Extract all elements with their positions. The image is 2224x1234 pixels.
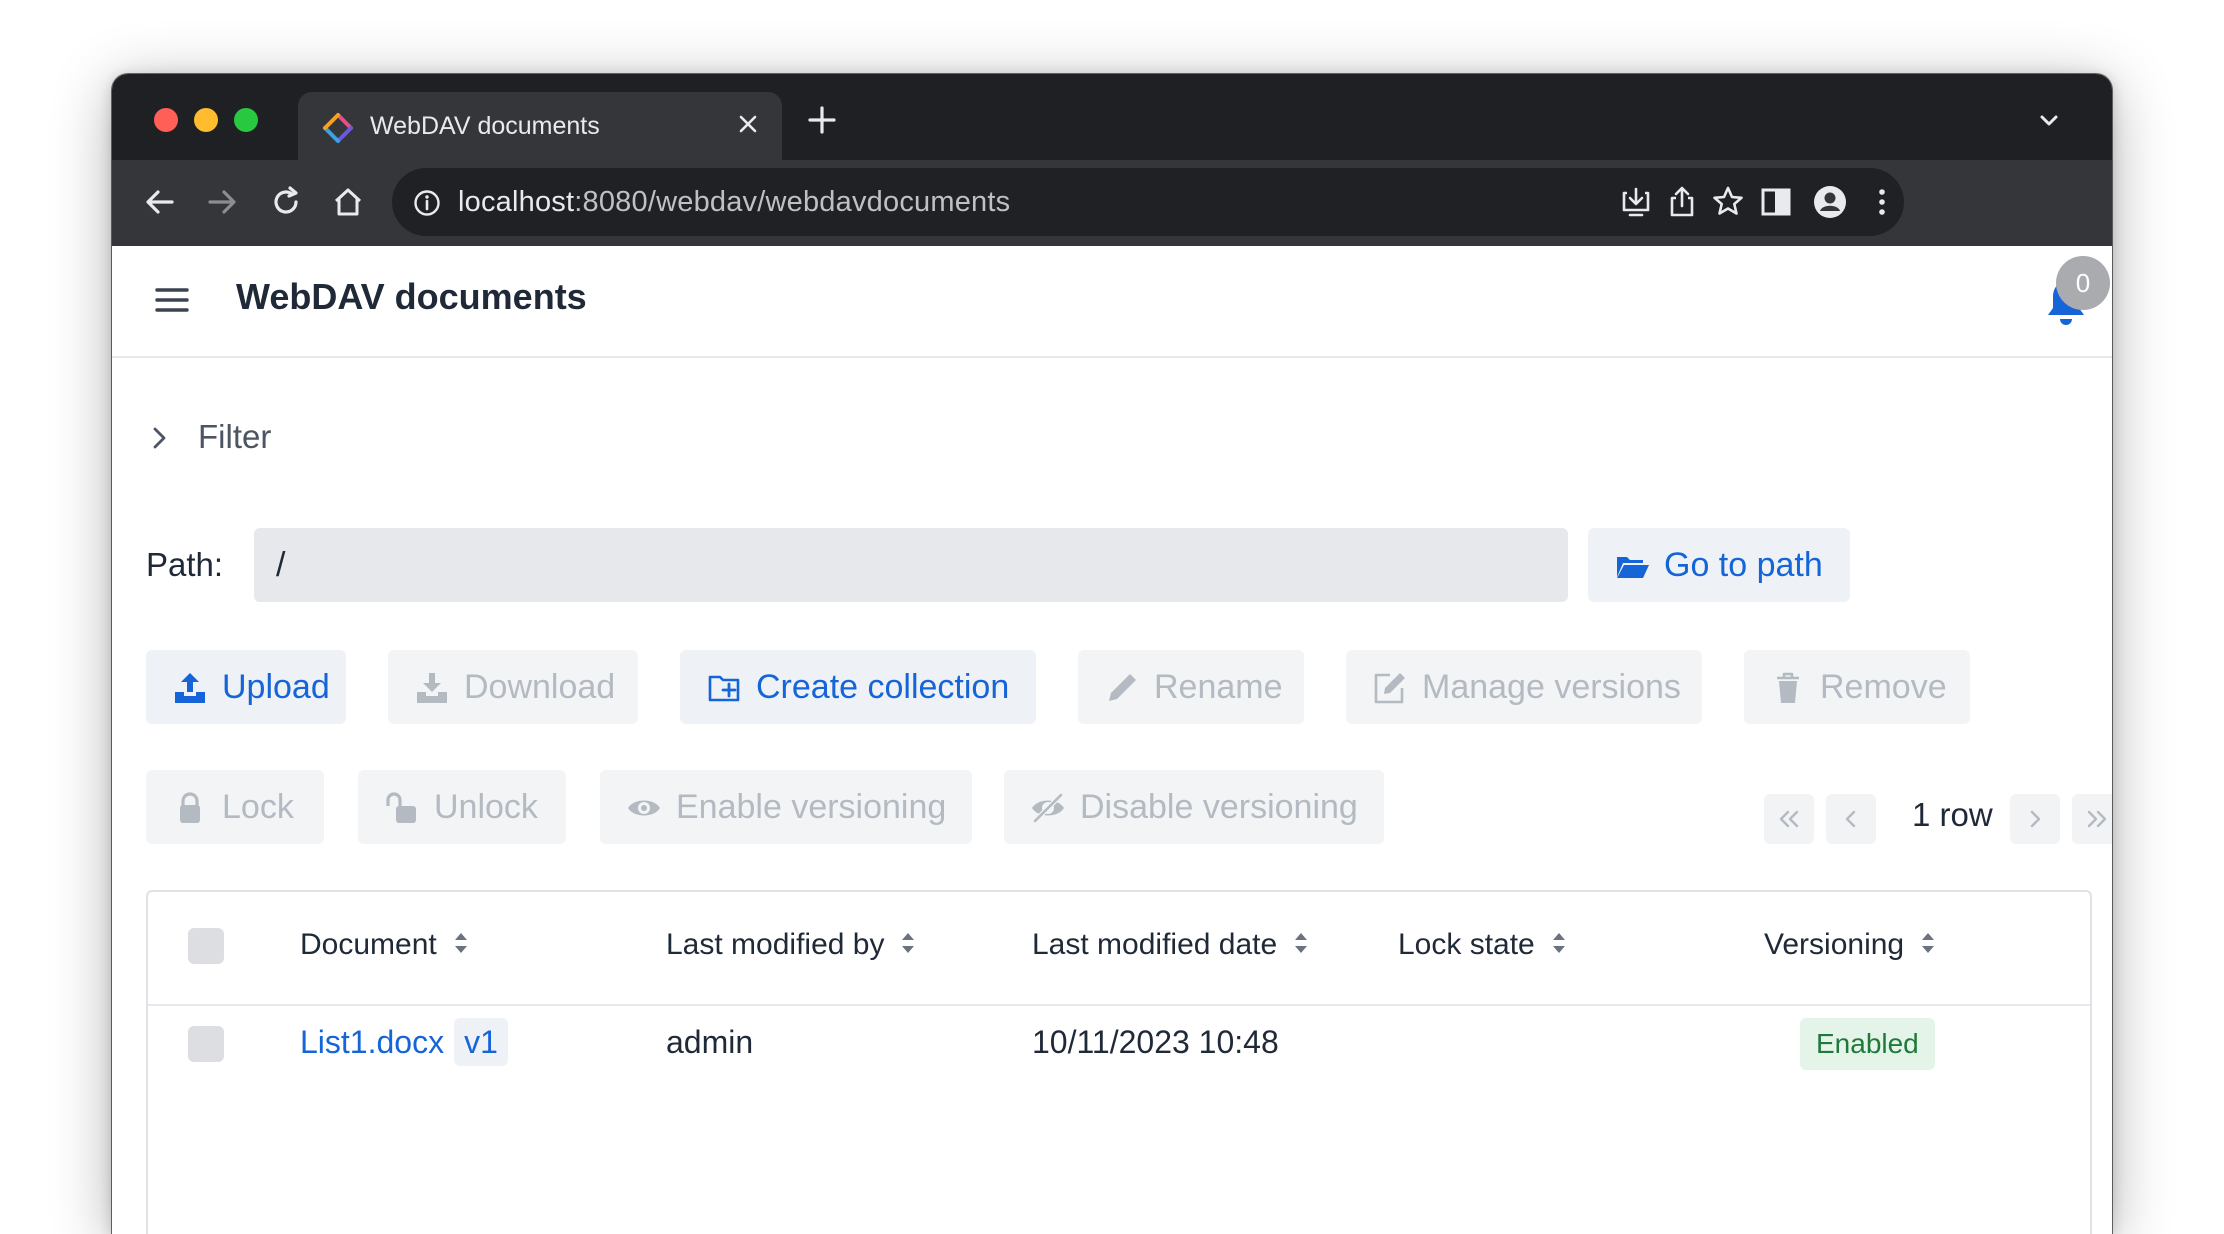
bookmark-star-icon[interactable]: [1710, 184, 1746, 220]
go-to-path-label: Go to path: [1664, 546, 1823, 584]
lock-icon: [180, 792, 200, 823]
manage-versions-button[interactable]: Manage versions: [1346, 650, 1702, 724]
next-page-button[interactable]: [2010, 794, 2060, 844]
column-header-document[interactable]: Document: [300, 928, 471, 962]
eye-slash-icon: [1032, 793, 1064, 823]
sort-icon: [1922, 933, 1935, 953]
rename-label: Rename: [1154, 668, 1283, 706]
eye-icon: [628, 800, 660, 816]
chevron-right-icon: [2030, 810, 2041, 828]
go-to-path-button[interactable]: Go to path: [1588, 528, 1850, 602]
column-header-lock-state[interactable]: Lock state: [1398, 928, 1569, 962]
menu-kebab-icon[interactable]: [1862, 182, 1902, 222]
versioning-status-badge: Enabled: [1800, 1018, 1935, 1070]
download-button[interactable]: Download: [388, 650, 638, 724]
manage-versions-label: Manage versions: [1422, 668, 1681, 706]
sort-icon: [454, 933, 467, 953]
back-arrow-icon[interactable]: [140, 182, 180, 222]
page-title: WebDAV documents: [236, 276, 587, 317]
create-collection-button[interactable]: Create collection: [680, 650, 1036, 724]
create-collection-label: Create collection: [756, 668, 1010, 706]
notification-count-badge: 0: [2056, 256, 2110, 310]
table-header: Document Last modified by Last modified …: [148, 892, 2090, 1006]
app-header: WebDAV documents 0: [112, 246, 2112, 358]
chevron-right-icon: [153, 427, 166, 449]
column-header-last-modified-by[interactable]: Last modified by: [666, 928, 918, 962]
maximize-window-button[interactable]: [234, 108, 258, 132]
last-page-button[interactable]: [2072, 794, 2112, 844]
last-modified-by-cell: admin: [666, 1024, 754, 1060]
row-count-label: 1 row: [1912, 796, 1993, 833]
jmix-logo-icon: [323, 113, 353, 143]
new-tab-icon[interactable]: [802, 100, 842, 140]
sort-icon: [1552, 933, 1565, 953]
sort-icon: [902, 933, 915, 953]
last-modified-date-cell: 10/11/2023 10:48: [1032, 1024, 1279, 1060]
table-row[interactable]: List1.docx v1 admin 10/11/2023 10:48 Enab…: [148, 1006, 2090, 1082]
unlock-button[interactable]: Unlock: [358, 770, 566, 844]
download-label: Download: [464, 668, 616, 706]
lock-button[interactable]: Lock: [146, 770, 324, 844]
edit-document-icon: [1374, 673, 1405, 704]
upload-button[interactable]: Upload: [146, 650, 346, 724]
chevron-left-icon: [1845, 810, 1856, 828]
browser-window: WebDAV documents localhost:8080/webdav/w…: [112, 74, 2112, 1234]
browser-tab-active[interactable]: WebDAV documents: [298, 92, 782, 160]
disable-versioning-button[interactable]: Disable versioning: [1004, 770, 1384, 844]
download-icon: [417, 673, 447, 703]
upload-label: Upload: [222, 668, 330, 706]
folder-plus-icon: [708, 675, 740, 702]
remove-label: Remove: [1820, 668, 1947, 706]
path-input[interactable]: [254, 528, 1568, 602]
url-text: localhost:8080/webdav/webdavdocuments: [458, 186, 1011, 218]
chevron-down-icon[interactable]: [2032, 104, 2066, 138]
row-checkbox[interactable]: [188, 1026, 224, 1062]
tab-strip: WebDAV documents: [112, 74, 2112, 160]
trash-icon: [1777, 672, 1799, 703]
share-icon[interactable]: [1664, 184, 1700, 220]
column-header-last-modified-date[interactable]: Last modified date: [1032, 928, 1311, 962]
rename-button[interactable]: Rename: [1078, 650, 1304, 724]
document-link[interactable]: List1.docx: [300, 1024, 444, 1060]
path-label: Path:: [146, 546, 224, 583]
version-badge[interactable]: v1: [454, 1018, 508, 1066]
unlock-label: Unlock: [434, 788, 538, 826]
lock-label: Lock: [222, 788, 294, 826]
unlock-icon: [386, 792, 416, 823]
documents-table: Document Last modified by Last modified …: [146, 890, 2092, 1234]
folder-open-icon: [1617, 557, 1649, 578]
document-cell: List1.docx v1: [300, 1018, 508, 1066]
chevron-double-left-icon: [1779, 810, 1799, 828]
close-window-button[interactable]: [154, 108, 178, 132]
hamburger-menu-icon[interactable]: [152, 280, 192, 320]
forward-arrow-icon[interactable]: [202, 182, 242, 222]
first-page-button[interactable]: [1764, 794, 1814, 844]
disable-versioning-label: Disable versioning: [1080, 788, 1358, 826]
side-panel-icon[interactable]: [1756, 182, 1796, 222]
browser-toolbar: localhost:8080/webdav/webdavdocuments: [112, 160, 2112, 246]
reload-icon[interactable]: [266, 182, 306, 222]
pencil-icon: [1109, 674, 1136, 701]
profile-avatar-icon[interactable]: [1810, 182, 1850, 222]
home-icon[interactable]: [328, 182, 368, 222]
address-bar[interactable]: localhost:8080/webdav/webdavdocuments: [392, 168, 1904, 236]
install-app-icon[interactable]: [1618, 184, 1654, 220]
minimize-window-button[interactable]: [194, 108, 218, 132]
info-icon[interactable]: [412, 188, 442, 218]
enable-versioning-label: Enable versioning: [676, 788, 947, 826]
filter-label: Filter: [198, 418, 272, 455]
enable-versioning-button[interactable]: Enable versioning: [600, 770, 972, 844]
chevron-double-right-icon: [2087, 810, 2107, 828]
remove-button[interactable]: Remove: [1744, 650, 1970, 724]
previous-page-button[interactable]: [1826, 794, 1876, 844]
tab-title: WebDAV documents: [370, 112, 600, 140]
upload-icon: [175, 673, 205, 703]
sort-icon: [1295, 933, 1308, 953]
close-tab-icon[interactable]: [730, 106, 766, 142]
column-header-versioning[interactable]: Versioning: [1764, 928, 1938, 962]
select-all-checkbox[interactable]: [188, 928, 224, 964]
